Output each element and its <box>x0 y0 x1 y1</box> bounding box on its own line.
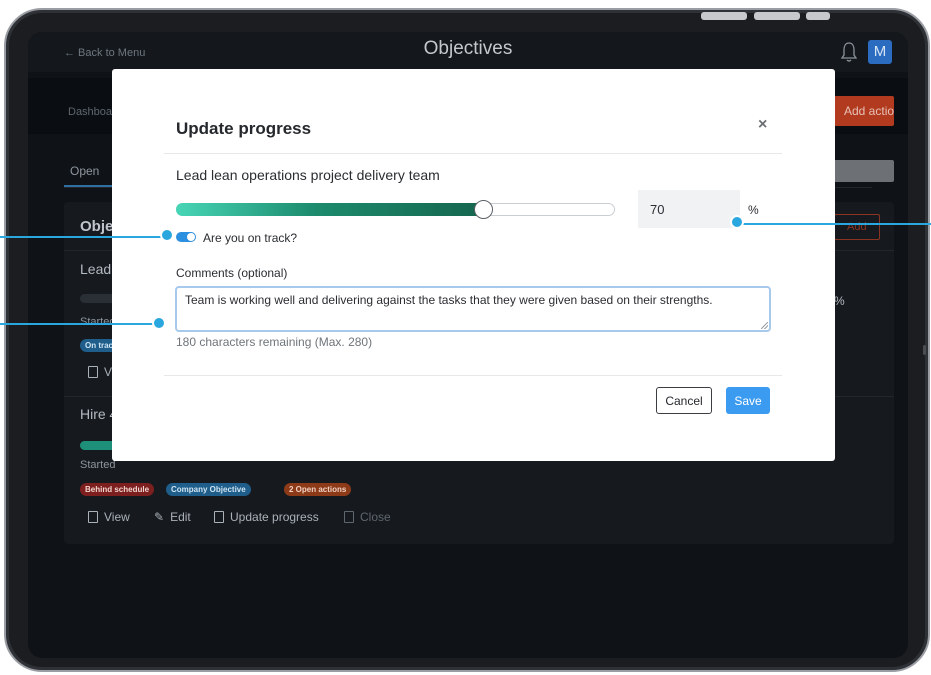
objective-name: Lead lean operations project delivery te… <box>176 167 440 183</box>
save-button[interactable]: Save <box>726 387 770 414</box>
comments-label: Comments (optional) <box>176 266 288 280</box>
objective-started: Started <box>80 316 116 328</box>
resize-handle[interactable] <box>761 322 768 329</box>
bell-icon[interactable] <box>840 41 858 63</box>
progress-slider-thumb[interactable] <box>474 200 493 219</box>
callout-dot <box>152 316 166 330</box>
view-link[interactable]: View <box>88 510 130 524</box>
percent-suffix: % <box>748 203 759 217</box>
update-progress-modal: Update progress × Lead lean operations p… <box>112 69 835 461</box>
divider <box>164 375 782 376</box>
update-icon <box>214 511 224 523</box>
modal-title: Update progress <box>176 119 312 138</box>
callout-line <box>0 236 168 238</box>
view-link-label: View <box>104 510 130 524</box>
open-actions-badge: 2 Open actions <box>284 483 352 496</box>
close-doc-icon <box>344 511 354 523</box>
pencil-icon: ✎ <box>154 510 165 524</box>
page-title: Objectives <box>423 38 513 59</box>
device-button <box>754 12 800 20</box>
update-progress-link[interactable]: Update progress <box>214 510 319 524</box>
character-count: 180 characters remaining (Max. 280) <box>176 335 373 349</box>
view-link[interactable]: Vi <box>88 365 114 379</box>
nav-dashboard[interactable]: Dashboa <box>68 106 112 118</box>
avatar[interactable]: M <box>868 40 892 64</box>
status-badge: Behind schedule <box>80 483 155 496</box>
document-icon <box>88 511 98 523</box>
tab-open[interactable]: Open <box>70 164 99 178</box>
callout-dot <box>730 215 744 229</box>
edit-link[interactable]: ✎ Edit <box>154 510 191 524</box>
objective-started: Started <box>80 459 116 471</box>
progress-percent-input[interactable] <box>638 190 740 228</box>
on-track-label: Are you on track? <box>203 231 298 245</box>
progress-slider-fill <box>176 203 483 216</box>
callout-dot <box>160 228 174 242</box>
close-icon[interactable]: × <box>758 116 767 134</box>
cancel-button[interactable]: Cancel <box>656 387 712 414</box>
edit-link-label: Edit <box>170 510 191 524</box>
document-icon <box>88 366 98 378</box>
callout-line <box>0 323 160 325</box>
add-action-button[interactable]: Add action <box>834 96 894 126</box>
toggle-knob <box>187 233 195 241</box>
update-progress-link-label: Update progress <box>230 510 319 524</box>
add-objective-button[interactable]: Add <box>834 214 880 240</box>
close-objective-link[interactable]: Close <box>344 510 391 524</box>
callout-line <box>738 223 931 225</box>
comments-textarea[interactable]: Team is working well and delivering agai… <box>175 286 771 332</box>
company-objective-badge: Company Objective <box>166 483 251 496</box>
divider <box>164 153 782 154</box>
device-button <box>701 12 747 20</box>
close-link-label: Close <box>360 510 391 524</box>
device-sensor <box>923 345 926 355</box>
device-button <box>806 12 830 20</box>
